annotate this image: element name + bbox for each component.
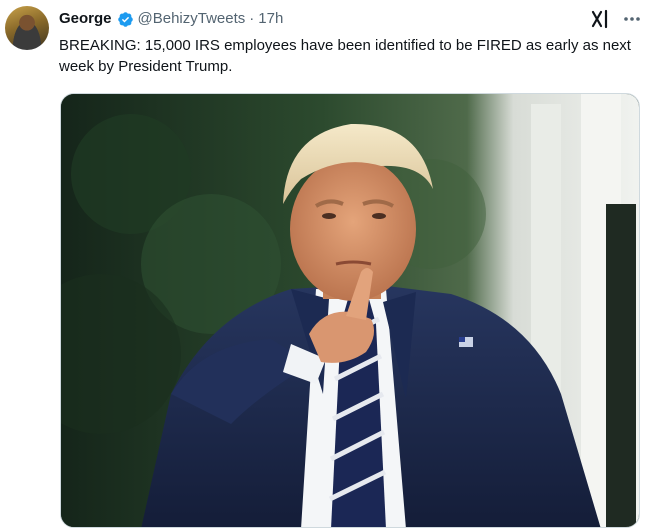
more-options-icon[interactable]	[622, 9, 642, 29]
verified-badge-icon[interactable]	[117, 11, 134, 28]
tweet-card[interactable]: George @BehizyTweets · 17h BREAKING: 15,…	[0, 0, 663, 530]
photo-illustration	[61, 94, 639, 527]
top-divider	[0, 0, 663, 4]
tweet-header: George @BehizyTweets · 17h	[59, 8, 283, 30]
tweet-timestamp[interactable]: 17h	[258, 9, 283, 29]
header-separator: ·	[249, 10, 255, 27]
grok-icon[interactable]	[590, 9, 610, 29]
author-name[interactable]: George	[59, 9, 112, 29]
tweet-text: BREAKING: 15,000 IRS employees have been…	[59, 37, 631, 75]
avatar[interactable]	[5, 6, 49, 50]
tweet-photo[interactable]	[60, 93, 640, 528]
author-handle[interactable]: @BehizyTweets	[138, 9, 246, 29]
